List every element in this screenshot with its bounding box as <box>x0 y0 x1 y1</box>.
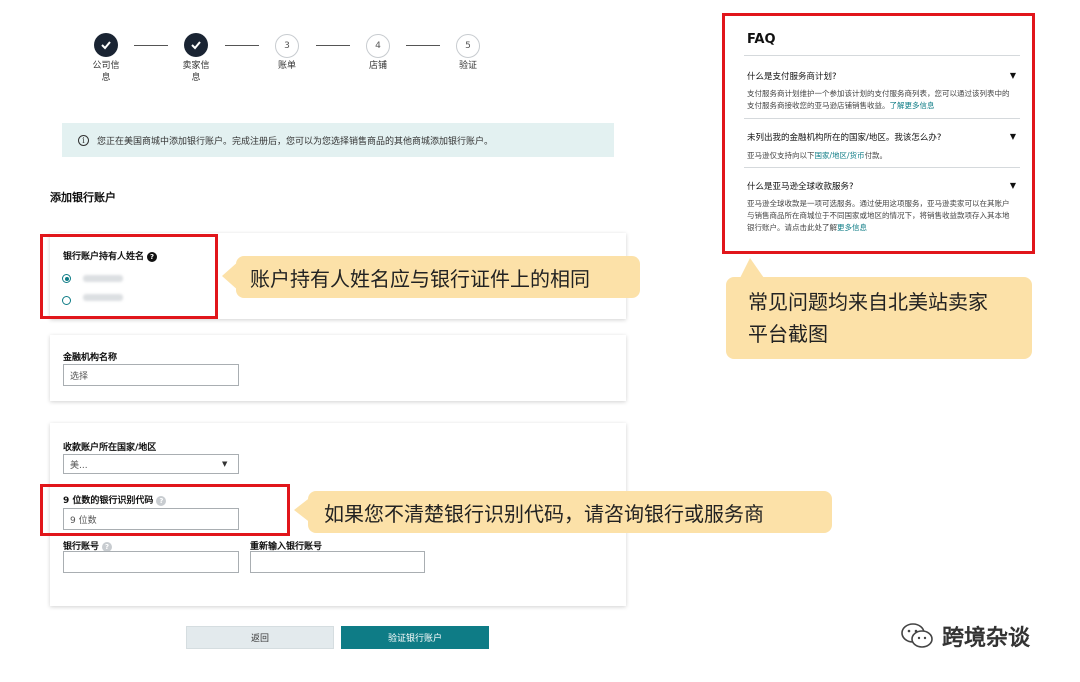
country-label: 收款账户所在国家/地区 <box>63 443 157 453</box>
step-1-check-icon <box>94 33 118 57</box>
watermark-text: 跨境杂谈 <box>942 626 1031 651</box>
country-chevron-down-icon: ▼ <box>222 460 228 468</box>
step-2-label: 卖家信 息 <box>182 61 210 83</box>
callout-routing: 如果您不清楚银行识别代码，请咨询银行或服务商 <box>308 491 832 533</box>
info-banner: i 您正在美国商城中添加银行账户。完成注册后，您可以为您选择销售商品的其他商城添… <box>62 123 614 157</box>
country-select[interactable]: 美... <box>63 454 239 474</box>
institution-select[interactable]: 选择 <box>63 364 239 386</box>
back-button[interactable]: 返回 <box>186 626 334 649</box>
step-2-check-icon <box>184 33 208 57</box>
section-title: 添加银行账户 <box>50 191 116 204</box>
info-banner-text: 您正在美国商城中添加银行账户。完成注册后，您可以为您选择销售商品的其他商城添加银… <box>97 136 494 147</box>
routing-highlight <box>40 484 290 536</box>
institution-label: 金融机构名称 <box>63 353 118 363</box>
callout-faq: 常见问题均来自北美站卖家 平台截图 <box>726 277 1032 359</box>
step-5-label: 验证 <box>458 61 477 71</box>
step-4-circle: 4 <box>366 34 390 58</box>
wechat-logo-icon <box>901 623 933 648</box>
step-1-label: 公司信 息 <box>92 61 120 83</box>
callout-faq-tail <box>740 258 764 278</box>
step-4-label: 店铺 <box>368 61 387 71</box>
reenter-input[interactable] <box>250 551 425 573</box>
holder-name-highlight <box>40 234 218 319</box>
account-input[interactable] <box>63 551 239 573</box>
watermark: 跨境杂谈 <box>900 620 1030 652</box>
faq-highlight <box>722 13 1035 254</box>
step-5-circle: 5 <box>456 34 480 58</box>
info-icon: i <box>78 134 89 146</box>
callout-name: 账户持有人姓名应与银行证件上的相同 <box>236 256 640 298</box>
step-3-label: 账单 <box>277 61 296 71</box>
verify-bank-account-button[interactable]: 验证银行账户 <box>341 626 489 649</box>
step-3-circle: 3 <box>275 34 299 58</box>
account-help-icon[interactable]: ? <box>102 541 113 552</box>
